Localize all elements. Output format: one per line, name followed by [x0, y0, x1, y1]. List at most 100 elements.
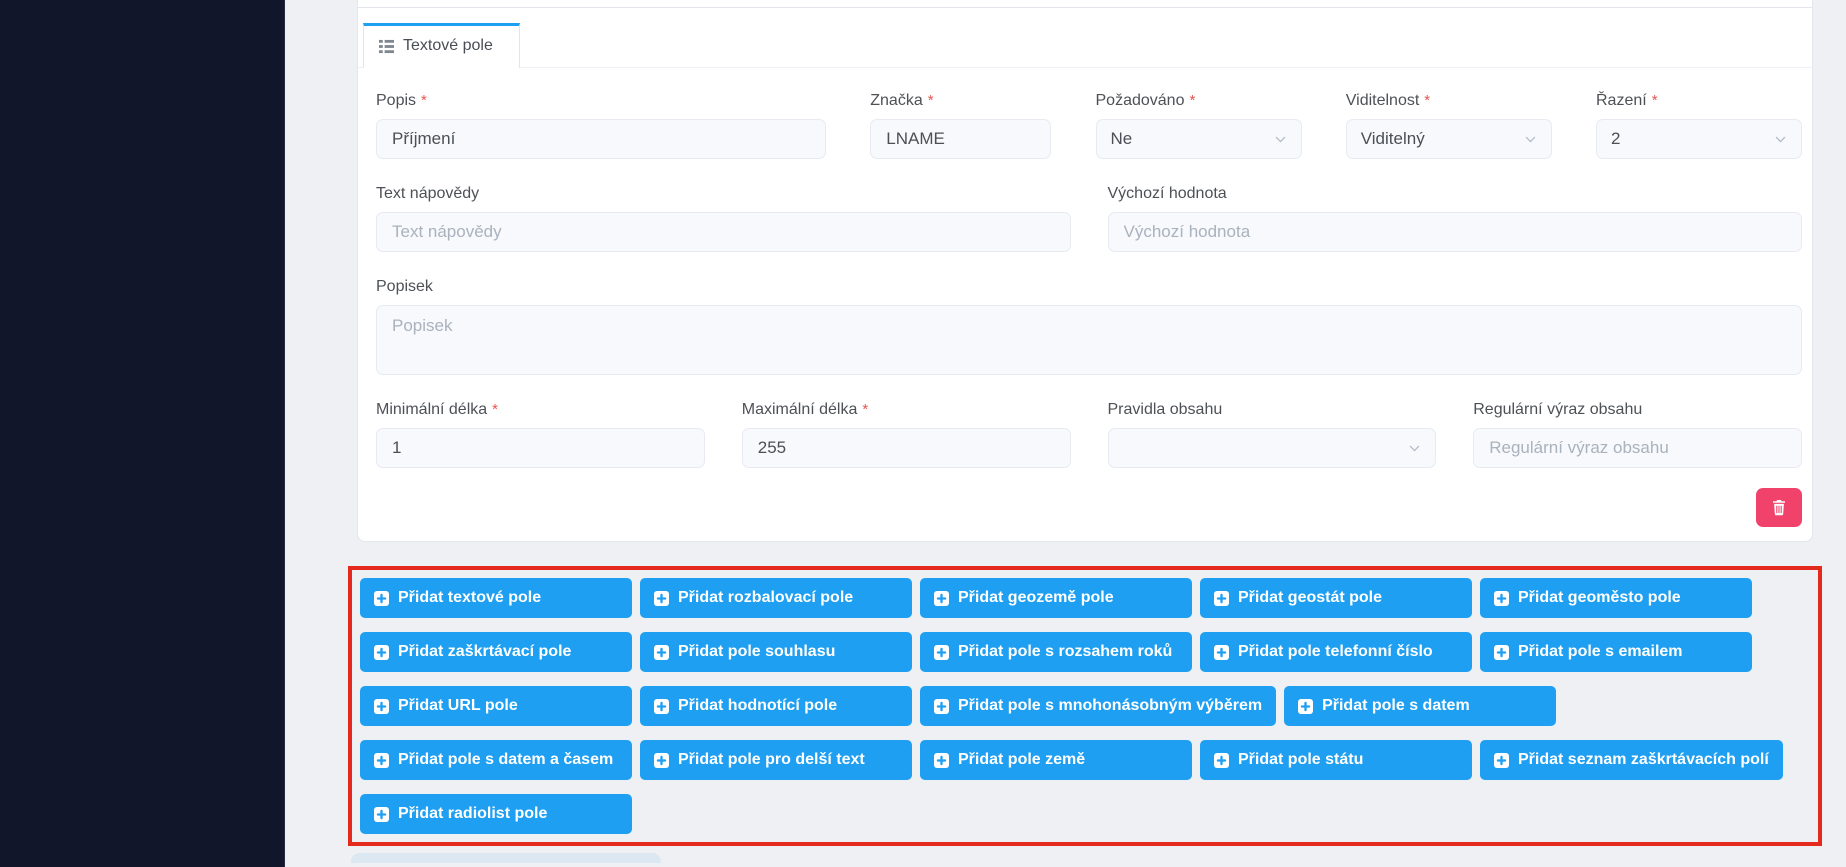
add-buttons-row: Přidat zaškrtávací pole Přidat pole souhl…: [360, 632, 1810, 672]
add-field-button[interactable]: Přidat pole s emailem: [1480, 632, 1752, 672]
plus-square-icon: [934, 753, 949, 768]
add-buttons-row: Přidat pole s datem a časem Přidat pole p…: [360, 740, 1810, 780]
required-asterisk: *: [928, 92, 934, 109]
tab-label: Textové pole: [403, 37, 493, 55]
maximalni-delka-label: Maximální délka: [742, 401, 858, 418]
plus-square-icon: [654, 645, 669, 660]
add-field-button[interactable]: Přidat zaškrtávací pole: [360, 632, 632, 672]
add-field-button-label: Přidat seznam zaškrtávacích polí: [1518, 751, 1769, 769]
add-field-button[interactable]: Přidat URL pole: [360, 686, 632, 726]
sidebar: [0, 0, 285, 867]
partially-visible-panel: [351, 853, 661, 863]
popis-input[interactable]: [376, 119, 826, 159]
add-field-button[interactable]: Přidat pole státu: [1200, 740, 1472, 780]
text-napovedy-label: Text nápovědy: [376, 185, 1071, 203]
viditelnost-select[interactable]: Viditelný: [1346, 119, 1552, 159]
add-field-button[interactable]: Přidat geostát pole: [1200, 578, 1472, 618]
pozadovano-selected-value: Ne: [1111, 129, 1133, 149]
plus-square-icon: [374, 699, 389, 714]
main-content: Textové pole Popis* Značka* Požadováno* …: [285, 0, 1846, 863]
card-top-divider: [358, 0, 1812, 8]
add-field-button[interactable]: Přidat pole země: [920, 740, 1192, 780]
add-field-button-label: Přidat hodnotící pole: [678, 697, 837, 715]
minimalni-delka-label: Minimální délka: [376, 401, 487, 418]
field-settings-card: Textové pole Popis* Značka* Požadováno* …: [357, 0, 1813, 542]
plus-square-icon: [1298, 699, 1313, 714]
popisek-textarea[interactable]: [376, 305, 1802, 375]
add-field-button[interactable]: Přidat pole s rozsahem roků: [920, 632, 1192, 672]
plus-square-icon: [1494, 645, 1509, 660]
add-field-button-label: Přidat pole s datem: [1322, 697, 1470, 715]
field-settings-form: Popis* Značka* Požadováno* Ne Viditelnos…: [358, 68, 1812, 541]
add-field-button-label: Přidat pole s datem a časem: [398, 751, 613, 769]
maximalni-delka-input[interactable]: [742, 428, 1071, 468]
add-field-button-label: Přidat pole země: [958, 751, 1085, 769]
add-field-button[interactable]: Přidat pole s datem a časem: [360, 740, 632, 780]
text-napovedy-input[interactable]: [376, 212, 1071, 252]
add-field-button[interactable]: Přidat rozbalovací pole: [640, 578, 912, 618]
add-buttons-rows: Přidat textové pole Přidat rozbalovací po…: [360, 578, 1810, 834]
add-field-buttons-panel: Přidat textové pole Přidat rozbalovací po…: [348, 566, 1822, 846]
popisek-label: Popisek: [376, 278, 1802, 296]
add-field-button[interactable]: Přidat pole souhlasu: [640, 632, 912, 672]
add-field-button-label: Přidat geozemě pole: [958, 589, 1114, 607]
chevron-down-icon: [1774, 133, 1787, 146]
minimalni-delka-input[interactable]: [376, 428, 705, 468]
add-buttons-row: Přidat radiolist pole: [360, 794, 1810, 834]
add-buttons-row: Přidat URL pole Přidat hodnotící pole Přid…: [360, 686, 1810, 726]
tab-bar: Textové pole: [358, 8, 1812, 68]
viditelnost-selected-value: Viditelný: [1361, 129, 1425, 149]
add-field-button[interactable]: Přidat pole telefonní číslo: [1200, 632, 1472, 672]
razeni-selected-value: 2: [1611, 129, 1620, 149]
razeni-select[interactable]: 2: [1596, 119, 1802, 159]
znacka-input[interactable]: [870, 119, 1051, 159]
plus-square-icon: [1494, 753, 1509, 768]
viditelnost-label: Viditelnost: [1346, 92, 1420, 109]
pravidla-obsahu-label: Pravidla obsahu: [1108, 401, 1437, 419]
chevron-down-icon: [1408, 442, 1421, 455]
add-field-button[interactable]: Přidat geoměsto pole: [1480, 578, 1752, 618]
add-field-button-label: Přidat pole s mnohonásobným výběrem: [958, 697, 1262, 715]
add-field-button[interactable]: Přidat seznam zaškrtávacích polí: [1480, 740, 1783, 780]
add-field-button[interactable]: Přidat radiolist pole: [360, 794, 632, 834]
plus-square-icon: [1214, 591, 1229, 606]
add-field-button-label: Přidat textové pole: [398, 589, 541, 607]
add-field-button-label: Přidat pole s rozsahem roků: [958, 643, 1172, 661]
plus-square-icon: [934, 591, 949, 606]
add-field-button-label: Přidat geoměsto pole: [1518, 589, 1681, 607]
tab-textove-pole[interactable]: Textové pole: [363, 23, 520, 68]
vychozi-hodnota-input[interactable]: [1108, 212, 1803, 252]
add-field-button[interactable]: Přidat pole s datem: [1284, 686, 1556, 726]
add-field-button-label: Přidat pole státu: [1238, 751, 1363, 769]
regularni-vyraz-label: Regulární výraz obsahu: [1473, 401, 1802, 419]
plus-square-icon: [374, 807, 389, 822]
add-buttons-row: Přidat textové pole Přidat rozbalovací po…: [360, 578, 1810, 618]
delete-field-button[interactable]: [1756, 488, 1802, 527]
plus-square-icon: [374, 591, 389, 606]
add-field-button-label: Přidat pole souhlasu: [678, 643, 835, 661]
add-field-button[interactable]: Přidat pole s mnohonásobným výběrem: [920, 686, 1276, 726]
plus-square-icon: [654, 699, 669, 714]
znacka-label: Značka: [870, 92, 922, 109]
pozadovano-select[interactable]: Ne: [1096, 119, 1302, 159]
required-asterisk: *: [492, 401, 498, 418]
add-field-button-label: Přidat geostát pole: [1238, 589, 1382, 607]
add-field-button[interactable]: Přidat textové pole: [360, 578, 632, 618]
plus-square-icon: [374, 753, 389, 768]
pravidla-obsahu-select[interactable]: [1108, 428, 1437, 468]
chevron-down-icon: [1274, 133, 1287, 146]
popis-label: Popis: [376, 92, 416, 109]
regularni-vyraz-input[interactable]: [1473, 428, 1802, 468]
plus-square-icon: [934, 645, 949, 660]
add-field-button-label: Přidat zaškrtávací pole: [398, 643, 571, 661]
add-field-button-label: Přidat URL pole: [398, 697, 518, 715]
required-asterisk: *: [1189, 92, 1195, 109]
add-field-button[interactable]: Přidat geozemě pole: [920, 578, 1192, 618]
list-icon: [379, 39, 394, 54]
add-field-button-label: Přidat radiolist pole: [398, 805, 547, 823]
plus-square-icon: [934, 699, 949, 714]
add-field-button[interactable]: Přidat pole pro delší text: [640, 740, 912, 780]
required-asterisk: *: [862, 401, 868, 418]
add-field-button[interactable]: Přidat hodnotící pole: [640, 686, 912, 726]
vychozi-hodnota-label: Výchozí hodnota: [1108, 185, 1803, 203]
